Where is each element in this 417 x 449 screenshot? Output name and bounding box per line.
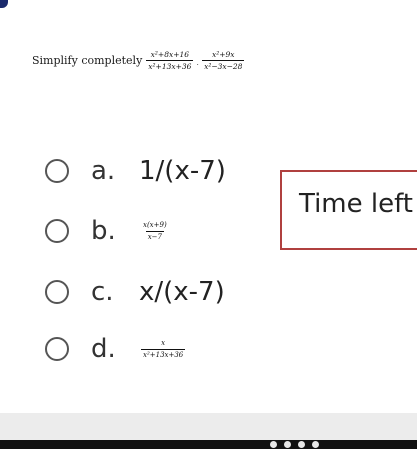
radio-button-c[interactable] (45, 280, 69, 304)
answer-option-d[interactable]: d. x x²+13x+36 (45, 333, 186, 365)
fraction-1-denominator: x²+13x+36 (146, 60, 194, 71)
radio-button-b[interactable] (45, 219, 69, 243)
option-b-denominator: x−7 (145, 230, 164, 241)
option-letter-d: d. (91, 334, 116, 364)
question-fraction-2: x²+9x x²−3x−28 (202, 50, 245, 71)
option-letter-a: a. (91, 156, 116, 186)
question-prompt: Simplify completely (32, 54, 143, 67)
page-indicator-dots (270, 441, 319, 448)
page-dot (270, 441, 277, 448)
time-left-label: Time left (299, 189, 414, 219)
page-dot (284, 441, 291, 448)
option-d-denominator: x²+13x+36 (141, 348, 186, 359)
answer-option-a[interactable]: a. 1/(x-7) (45, 155, 226, 187)
option-b-numerator: x(x+9) (143, 220, 167, 229)
bottom-navigation-bar (0, 440, 417, 449)
radio-button-a[interactable] (45, 159, 69, 183)
fraction-2-numerator: x²+9x (212, 50, 235, 59)
answer-option-b[interactable]: b. x(x+9) x−7 (45, 215, 169, 247)
fraction-2-denominator: x²−3x−28 (202, 60, 245, 71)
question-fraction-1: x²+8x+16 x²+13x+36 (146, 50, 194, 71)
corner-marker (0, 0, 8, 8)
option-text-a: 1/(x-7) (139, 156, 226, 186)
option-text-c: x/(x-7) (139, 277, 225, 307)
fraction-1-numerator: x²+8x+16 (150, 50, 190, 59)
option-d-numerator: x (161, 338, 166, 347)
page-dot (312, 441, 319, 448)
option-letter-c: c. (91, 277, 114, 307)
answer-option-c[interactable]: c. x/(x-7) (45, 276, 225, 308)
multiply-operator: · (196, 60, 200, 69)
time-left-panel: Time left (280, 170, 417, 250)
page-dot (298, 441, 305, 448)
option-fraction-d: x x²+13x+36 (141, 338, 186, 360)
question-stem: Simplify completely x²+8x+16 x²+13x+36 ·… (32, 50, 245, 71)
option-letter-b: b. (91, 216, 116, 246)
option-fraction-b: x(x+9) x−7 (141, 221, 169, 242)
radio-button-d[interactable] (45, 337, 69, 361)
